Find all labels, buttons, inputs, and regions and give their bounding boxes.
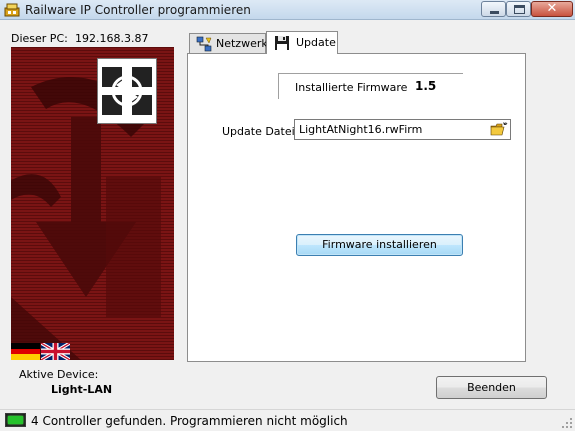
- update-tab-panel: [187, 53, 526, 362]
- installed-firmware-label: Installierte Firmware: [295, 81, 408, 94]
- maximize-button[interactable]: [506, 1, 531, 17]
- install-firmware-button[interactable]: Firmware installieren: [296, 234, 463, 256]
- status-led-light: [8, 416, 23, 424]
- exit-button[interactable]: Beenden: [436, 376, 547, 399]
- active-device-label: Aktive Device:: [19, 368, 99, 381]
- status-led-icon: [5, 413, 26, 427]
- tab-network[interactable]: Netzwerk: [189, 33, 268, 53]
- update-file-label: Update Datei: [222, 125, 295, 138]
- installed-firmware-value: 1.5: [415, 79, 437, 93]
- german-flag-icon[interactable]: [11, 343, 40, 360]
- network-icon: [196, 36, 212, 52]
- tab-network-label: Netzwerk: [216, 37, 268, 50]
- title-bar[interactable]: Railware IP Controller programmieren ✕: [0, 0, 575, 20]
- controller-logo: [97, 58, 157, 124]
- app-icon: [4, 3, 20, 17]
- tab-update-label: Update: [296, 36, 336, 49]
- status-text: 4 Controller gefunden. Programmieren nic…: [31, 414, 348, 428]
- floppy-disk-icon: [275, 36, 289, 50]
- close-button[interactable]: ✕: [531, 1, 573, 17]
- minimize-button[interactable]: [481, 1, 506, 17]
- window-title: Railware IP Controller programmieren: [25, 3, 251, 17]
- network-transfer-icon: [102, 67, 152, 115]
- active-device-name: Light-LAN: [51, 383, 113, 396]
- close-icon: ✕: [546, 1, 558, 16]
- open-folder-icon[interactable]: [489, 121, 509, 138]
- uk-flag-icon[interactable]: [41, 343, 70, 360]
- pc-ip-address: 192.168.3.87: [75, 32, 149, 45]
- main-window: Railware IP Controller programmieren ✕ D…: [0, 0, 575, 431]
- update-file-value: LightAtNight16.rwFirm: [299, 123, 423, 136]
- minimize-icon: [490, 11, 499, 14]
- pc-label: Dieser PC:: [11, 32, 68, 45]
- resize-grip-icon[interactable]: [561, 417, 573, 429]
- maximize-icon: [514, 5, 525, 14]
- status-bar: 4 Controller gefunden. Programmieren nic…: [0, 409, 575, 431]
- tab-update[interactable]: Update: [266, 31, 338, 54]
- update-file-field[interactable]: LightAtNight16.rwFirm: [294, 119, 511, 140]
